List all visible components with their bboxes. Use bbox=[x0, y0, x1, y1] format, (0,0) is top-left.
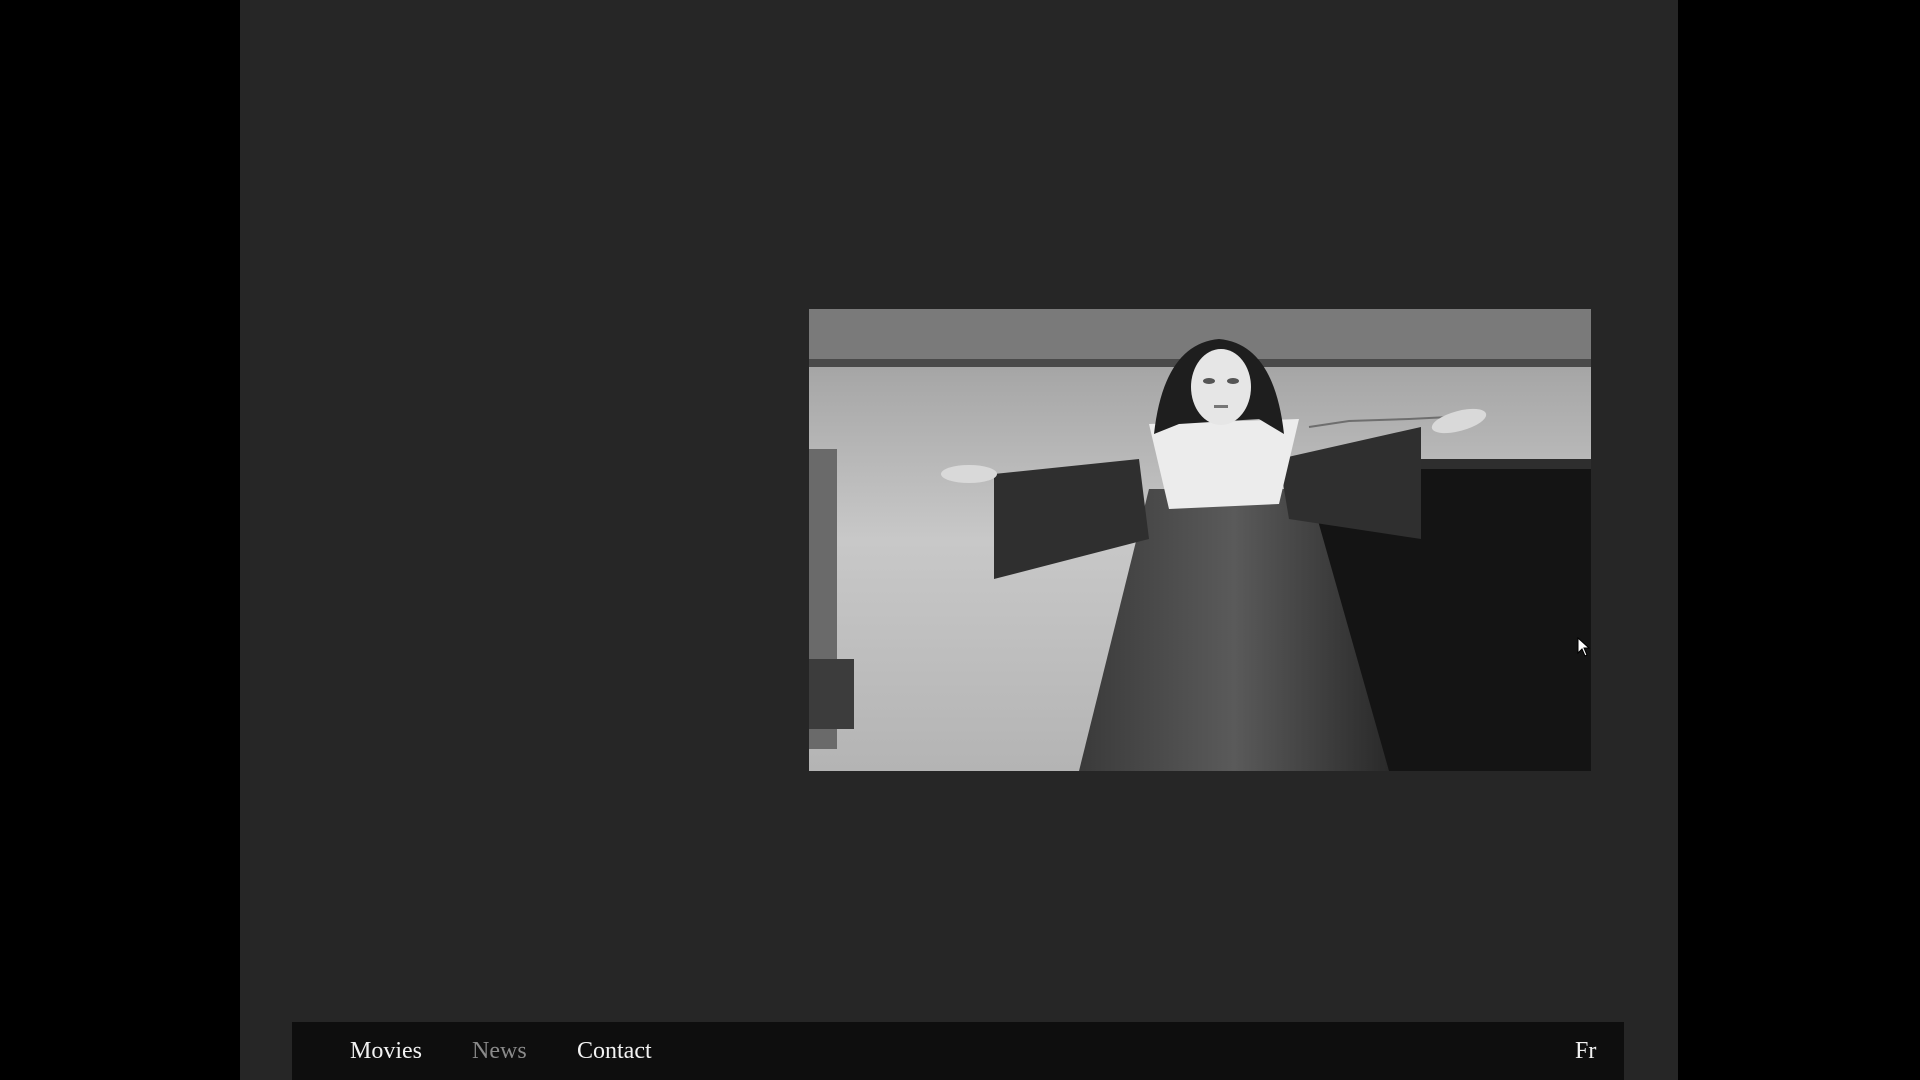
hero-image[interactable] bbox=[809, 309, 1591, 771]
language-switch-fr[interactable]: Fr bbox=[1575, 1036, 1596, 1066]
nav-link-news[interactable]: News bbox=[472, 1036, 527, 1066]
nav-link-contact[interactable]: Contact bbox=[577, 1036, 652, 1066]
bottom-navbar: Movies News Contact Fr bbox=[292, 1022, 1624, 1080]
nav-link-movies[interactable]: Movies bbox=[350, 1036, 422, 1066]
film-still bbox=[809, 309, 1591, 771]
page-container bbox=[240, 0, 1678, 1080]
mouse-cursor-icon bbox=[1577, 637, 1591, 657]
